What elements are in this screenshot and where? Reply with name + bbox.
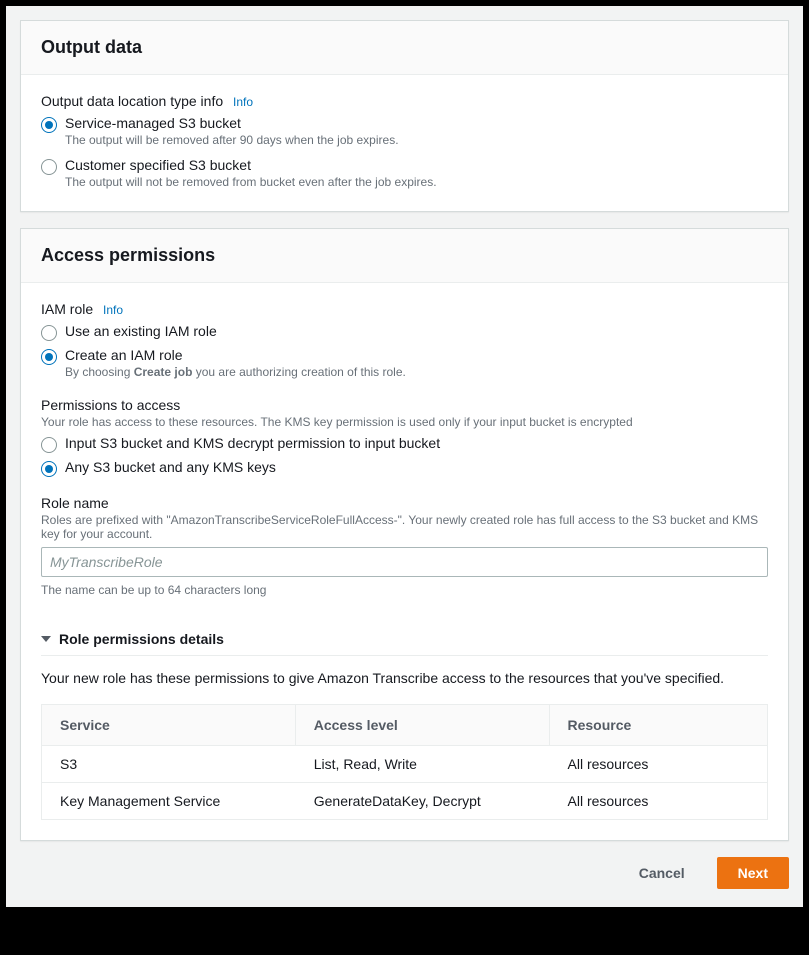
desc-bold: Create job: [134, 365, 193, 379]
iam-role-label: IAM role Info: [41, 301, 768, 317]
iam-info-link[interactable]: Info: [103, 303, 123, 317]
cell-resource: All resources: [550, 746, 768, 782]
role-name-constraint: The name can be up to 64 characters long: [41, 583, 768, 597]
option-title: Service-managed S3 bucket: [65, 115, 399, 131]
access-permissions-panel: Access permissions IAM role Info Use an …: [20, 228, 789, 841]
option-title: Input S3 bucket and KMS decrypt permissi…: [65, 435, 440, 451]
table-row: Key Management Service GenerateDataKey, …: [42, 783, 767, 819]
output-location-label-text: Output data location type info: [41, 93, 223, 109]
page-root: Output data Output data location type in…: [6, 6, 803, 907]
role-name-input[interactable]: [41, 547, 768, 577]
radio-content: Input S3 bucket and KMS decrypt permissi…: [65, 435, 440, 451]
role-name-label: Role name: [41, 495, 768, 511]
cell-service: S3: [42, 746, 296, 782]
radio-input-bucket-kms[interactable]: Input S3 bucket and KMS decrypt permissi…: [41, 435, 768, 453]
cancel-button[interactable]: Cancel: [625, 857, 699, 889]
radio-icon: [41, 461, 57, 477]
permissions-table: Service Access level Resource S3 List, R…: [41, 704, 768, 820]
radio-icon: [41, 159, 57, 175]
access-permissions-title: Access permissions: [41, 245, 768, 266]
option-title: Use an existing IAM role: [65, 323, 217, 339]
access-permissions-header: Access permissions: [21, 229, 788, 283]
option-title: Create an IAM role: [65, 347, 406, 363]
col-service: Service: [42, 705, 296, 745]
role-name-section: Role name Roles are prefixed with "Amazo…: [41, 495, 768, 597]
table-header: Service Access level Resource: [42, 705, 767, 746]
role-permissions-details-toggle[interactable]: Role permissions details: [41, 623, 768, 656]
radio-content: Any S3 bucket and any KMS keys: [65, 459, 276, 475]
iam-role-label-text: IAM role: [41, 301, 93, 317]
radio-content: Service-managed S3 bucket The output wil…: [65, 115, 399, 147]
option-desc: The output will be removed after 90 days…: [65, 133, 399, 147]
output-data-panel: Output data Output data location type in…: [20, 20, 789, 212]
desc-post: you are authorizing creation of this rol…: [192, 365, 405, 379]
radio-content: Create an IAM role By choosing Create jo…: [65, 347, 406, 379]
radio-service-managed-bucket[interactable]: Service-managed S3 bucket The output wil…: [41, 115, 768, 147]
details-description: Your new role has these permissions to g…: [41, 670, 768, 686]
desc-pre: By choosing: [65, 365, 134, 379]
output-location-label: Output data location type info Info: [41, 93, 768, 109]
option-title: Any S3 bucket and any KMS keys: [65, 459, 276, 475]
create-role-desc: By choosing Create job you are authorizi…: [65, 365, 406, 379]
output-data-header: Output data: [21, 21, 788, 75]
chevron-down-icon: [41, 636, 51, 642]
cell-resource: All resources: [550, 783, 768, 819]
output-info-link[interactable]: Info: [233, 95, 253, 109]
footer-actions: Cancel Next: [20, 857, 789, 889]
radio-content: Customer specified S3 bucket The output …: [65, 157, 437, 189]
option-desc: The output will not be removed from buck…: [65, 175, 437, 189]
radio-any-bucket-kms[interactable]: Any S3 bucket and any KMS keys: [41, 459, 768, 477]
option-title: Customer specified S3 bucket: [65, 157, 437, 173]
col-resource: Resource: [550, 705, 768, 745]
cell-service: Key Management Service: [42, 783, 296, 819]
radio-use-existing-role[interactable]: Use an existing IAM role: [41, 323, 768, 341]
next-button[interactable]: Next: [717, 857, 789, 889]
col-access-level: Access level: [296, 705, 550, 745]
table-row: S3 List, Read, Write All resources: [42, 746, 767, 783]
cell-access: List, Read, Write: [296, 746, 550, 782]
access-permissions-body: IAM role Info Use an existing IAM role C…: [21, 283, 788, 840]
radio-create-iam-role[interactable]: Create an IAM role By choosing Create jo…: [41, 347, 768, 379]
permissions-label: Permissions to access: [41, 397, 768, 413]
details-header-text: Role permissions details: [59, 631, 224, 647]
radio-icon: [41, 117, 57, 133]
output-data-title: Output data: [41, 37, 768, 58]
radio-customer-bucket[interactable]: Customer specified S3 bucket The output …: [41, 157, 768, 189]
permissions-helper: Your role has access to these resources.…: [41, 415, 768, 429]
permissions-section: Permissions to access Your role has acce…: [41, 397, 768, 477]
output-data-body: Output data location type info Info Serv…: [21, 75, 788, 211]
radio-icon: [41, 349, 57, 365]
radio-content: Use an existing IAM role: [65, 323, 217, 339]
cell-access: GenerateDataKey, Decrypt: [296, 783, 550, 819]
radio-icon: [41, 325, 57, 341]
radio-icon: [41, 437, 57, 453]
role-name-helper: Roles are prefixed with "AmazonTranscrib…: [41, 513, 768, 541]
